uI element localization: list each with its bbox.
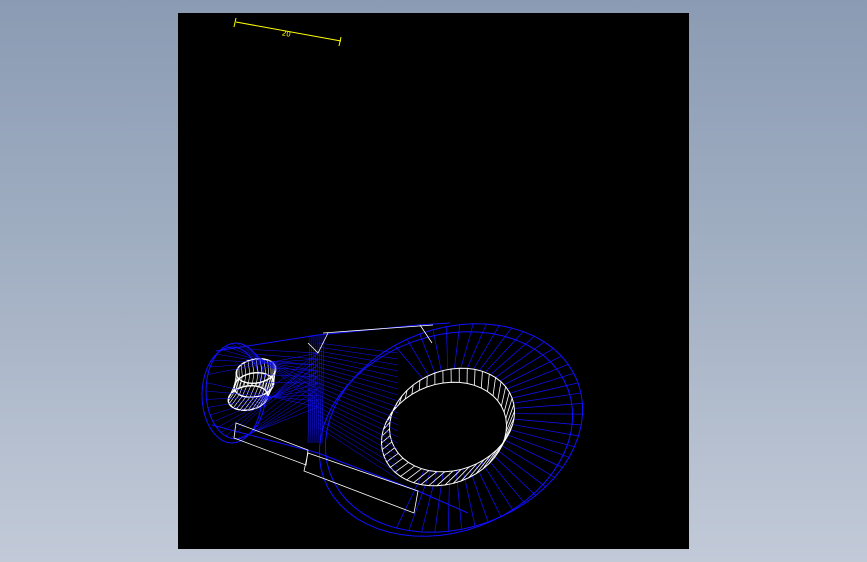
wireframe-crank-arm-icon[interactable] [201, 322, 584, 537]
scale-bar-label: 20 [281, 29, 291, 38]
scale-bar: 20 [233, 17, 342, 47]
wireframe-canvas[interactable]: 20 [178, 13, 689, 549]
cad-viewport[interactable]: 20 [178, 13, 689, 549]
